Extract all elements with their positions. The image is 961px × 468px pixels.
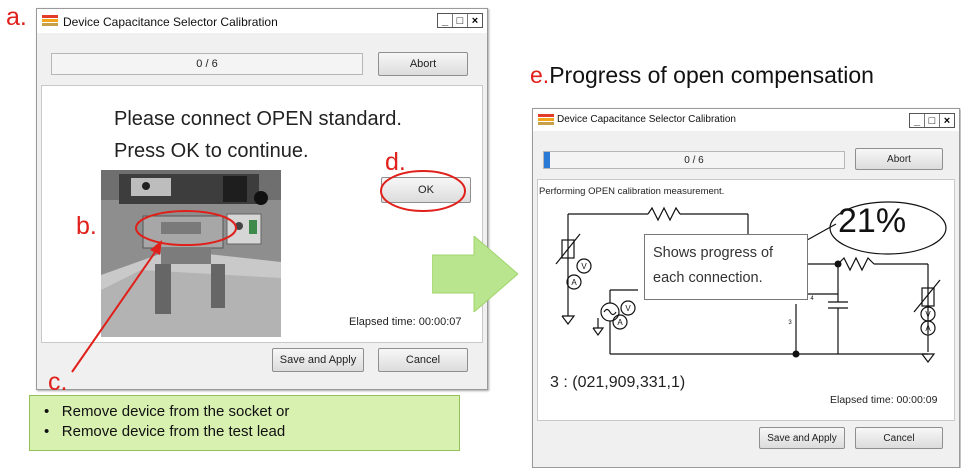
svg-text:V: V — [581, 262, 587, 271]
note-item: • Remove device from the test lead — [44, 423, 286, 440]
progress-callout: Shows progress of each connection. — [644, 234, 808, 300]
save-and-apply-button[interactable]: Save and Apply — [759, 427, 845, 449]
cancel-button[interactable]: Cancel — [855, 427, 943, 449]
connection-info: 3 : (021,909,331,1) — [550, 374, 686, 391]
svg-text:A: A — [617, 318, 623, 327]
note-item: • Remove device from the socket or — [44, 403, 290, 420]
svg-text:4: 4 — [810, 296, 814, 302]
svg-text:A: A — [925, 324, 931, 333]
note-list: • Remove device from the socket or • Rem… — [44, 402, 289, 442]
svg-text:V: V — [625, 304, 631, 313]
transition-arrow — [432, 236, 518, 312]
close-button[interactable]: × — [940, 114, 954, 127]
progress-text: 0 / 6 — [684, 154, 704, 166]
ok-highlight-ellipse — [380, 170, 466, 212]
callout-line-2: each connection. — [653, 270, 763, 286]
pointer-line — [71, 247, 159, 373]
svg-text:V: V — [925, 310, 931, 319]
svg-text:A: A — [571, 278, 577, 287]
caption-buttons: _ □ × — [909, 113, 955, 128]
note-box: • Remove device from the socket or • Rem… — [29, 395, 460, 451]
minimize-button[interactable]: _ — [910, 114, 925, 127]
title-bar[interactable]: Device Capacitance Selector Calibration … — [533, 109, 959, 131]
percent-progress: 21% — [838, 202, 907, 240]
elapsed-time: Elapsed time: 00:00:09 — [830, 394, 938, 406]
content-panel: Performing OPEN calibration measurement. — [537, 179, 955, 421]
svg-text:3: 3 — [788, 320, 792, 326]
window-title: Device Capacitance Selector Calibration — [557, 114, 736, 125]
maximize-button[interactable]: □ — [925, 114, 940, 127]
progress-bar: 0 / 6 — [543, 151, 845, 169]
calibration-window-progress: Device Capacitance Selector Calibration … — [532, 108, 960, 468]
callout-line-1: Shows progress of — [653, 245, 774, 261]
abort-button[interactable]: Abort — [855, 148, 943, 170]
socket-highlight-ellipse — [135, 210, 237, 246]
heading-e: e.Progress of open compensation — [530, 62, 874, 88]
app-icon — [538, 114, 554, 125]
